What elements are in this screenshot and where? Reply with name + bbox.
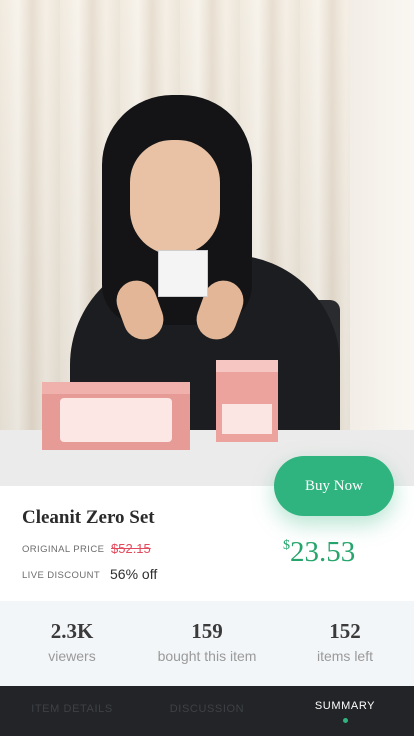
live-discount-label: LIVE DISCOUNT [22,570,101,581]
stat-label: bought this item [157,648,257,664]
price-currency: $ [283,538,290,553]
original-price-value: $52.15 [111,541,151,556]
current-price: $23.53 [283,536,355,569]
product-title: Cleanit Zero Set [22,507,155,528]
stats-panel: 2.3K viewers 159 bought this item 152 it… [0,601,414,686]
product-box-large [42,382,190,450]
product-box-small [216,360,278,442]
active-tab-indicator [342,718,348,723]
product-box-sticker [222,404,272,434]
buy-now-button[interactable]: Buy Now [274,456,394,516]
stat-viewers: 2.3K viewers [3,619,141,664]
stat-label: viewers [48,648,96,664]
original-price-label: ORIGINAL PRICE [22,544,105,555]
live-discount-value: 56% off [110,566,158,582]
tab-summary[interactable]: SUMMARY [276,700,414,723]
product-photo [0,0,414,486]
bottom-tab-bar: ITEM DETAILS DISCUSSION SUMMARY [0,686,414,736]
tab-summary-label: SUMMARY [314,700,376,712]
product-box-flap [216,360,278,372]
tab-item-details[interactable]: ITEM DETAILS [3,703,141,715]
product-box-lid [42,382,190,394]
presenter-face [130,140,220,255]
price-amount: 23.53 [290,536,356,568]
stat-value: 159 [191,619,223,643]
stat-label: items left [316,648,373,664]
tab-discussion[interactable]: DISCUSSION [138,703,276,715]
stat-value: 2.3K [50,619,94,643]
photo-background [350,0,414,430]
product-box-label [60,398,172,442]
held-product-box [158,250,208,297]
stat-items-left: 152 items left [276,619,414,664]
stat-bought: 159 bought this item [138,619,276,664]
stat-value: 152 [329,619,361,643]
